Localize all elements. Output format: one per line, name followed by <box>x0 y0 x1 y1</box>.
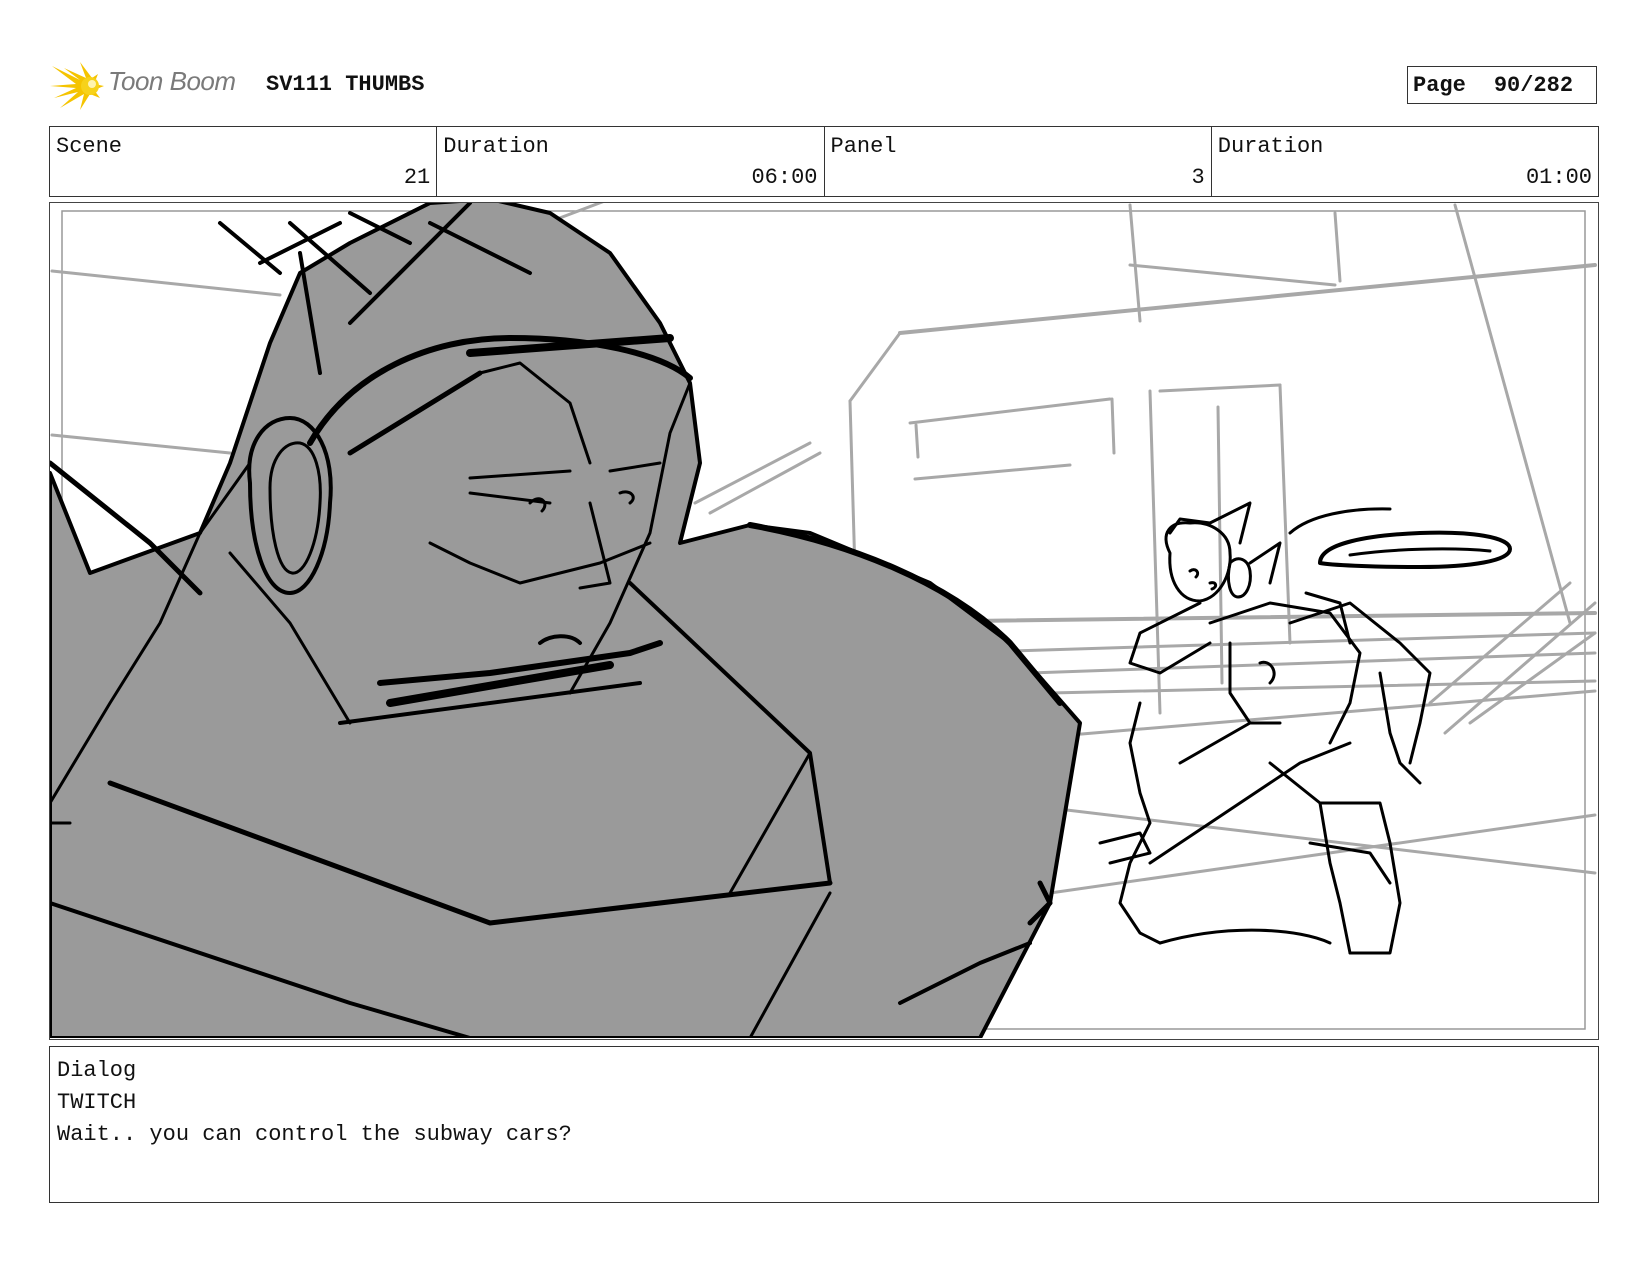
scene-duration-label: Duration <box>443 134 549 159</box>
panel-value: 3 <box>1191 165 1205 190</box>
page-indicator: Page 90/282 <box>1407 66 1597 104</box>
dialog-character: TWITCH <box>57 1090 137 1115</box>
logo-burst-icon <box>50 62 104 110</box>
logo-text: Toon Boom <box>108 66 236 96</box>
project-title: SV111 THUMBS <box>266 72 425 97</box>
storyboard-sketch <box>50 203 1597 1038</box>
dialog-label: Dialog <box>57 1058 137 1083</box>
panel-cell: Panel 3 <box>825 127 1212 196</box>
scene-cell: Scene 21 <box>50 127 438 196</box>
page-number: 90/282 <box>1493 72 1574 98</box>
scene-duration-cell: Duration 06:00 <box>437 127 825 196</box>
scene-value: 21 <box>403 165 431 190</box>
panel-info-bar: Scene 21 Duration 06:00 Panel 3 Duration… <box>49 126 1599 197</box>
foreground-character <box>50 203 1082 1038</box>
storyboard-panel <box>49 202 1599 1040</box>
page-label: Page <box>1413 72 1466 98</box>
dialog-line: Wait.. you can control the subway cars? <box>57 1122 572 1147</box>
dialog-box: Dialog TWITCH Wait.. you can control the… <box>49 1046 1599 1203</box>
toon-boom-logo: Toon Boom <box>50 58 250 114</box>
panel-label: Panel <box>830 134 897 159</box>
scene-label: Scene <box>56 134 123 159</box>
scene-duration-value: 06:00 <box>751 165 818 190</box>
panel-duration-value: 01:00 <box>1525 165 1592 190</box>
panel-duration-cell: Duration 01:00 <box>1212 127 1598 196</box>
panel-duration-label: Duration <box>1217 134 1324 159</box>
